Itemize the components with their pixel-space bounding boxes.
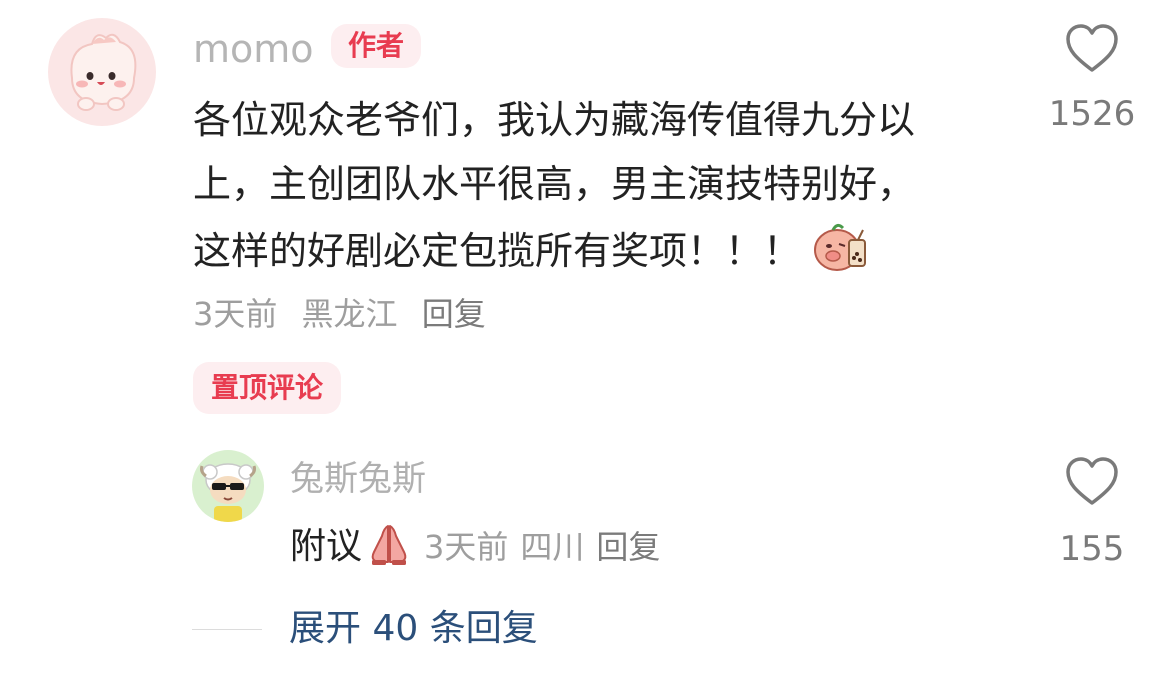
reply-like-count: 155	[1059, 529, 1125, 569]
like-button[interactable]: 1526	[1032, 22, 1152, 134]
reply-username[interactable]: 兔斯兔斯	[290, 457, 426, 501]
author-username[interactable]: momo	[193, 26, 314, 72]
comment-line: 上，主创团队水平很高，男主演技特别好，	[193, 162, 916, 206]
reply-like-button[interactable]: 155	[1032, 455, 1152, 569]
reply-content-row: 附议 3天前 四川 回复	[290, 522, 672, 578]
reply-meta: 3天前 四川 回复	[424, 528, 672, 566]
comment-location: 黑龙江	[301, 295, 398, 333]
comment-text: 各位观众老爷们，我认为藏海传值得九分以 上，主创团队水平很高，男主演技特别好， …	[193, 88, 1023, 283]
comment-line-text: 这样的好剧必定包揽所有奖项！！！	[193, 229, 802, 273]
pig-drinking-sticker-icon	[811, 216, 871, 276]
reply-text: 附议	[290, 526, 363, 567]
comment-line: 这样的好剧必定包揽所有奖项！！！	[193, 216, 1023, 283]
heart-icon[interactable]	[1064, 22, 1120, 74]
author-avatar[interactable]	[48, 18, 156, 126]
praying-hands-icon	[364, 522, 414, 566]
comment-time: 3天前	[193, 295, 278, 333]
expand-replies-button[interactable]: 展开 40 条回复	[289, 606, 538, 652]
comment-line: 各位观众老爷们，我认为藏海传值得九分以	[193, 98, 916, 142]
comment-meta: 3天前 黑龙江 回复	[193, 292, 500, 336]
reply-user-avatar[interactable]	[192, 450, 264, 522]
author-badge: 作者	[331, 24, 422, 68]
reply-button[interactable]: 回复	[422, 295, 486, 333]
like-count: 1526	[1048, 94, 1136, 134]
expand-divider	[192, 629, 262, 630]
reply-reply-button[interactable]: 回复	[596, 528, 660, 566]
heart-icon[interactable]	[1064, 455, 1120, 507]
pinned-badge: 置顶评论	[193, 362, 342, 414]
reply-time: 3天前	[424, 528, 509, 566]
reply-location: 四川	[520, 528, 585, 566]
